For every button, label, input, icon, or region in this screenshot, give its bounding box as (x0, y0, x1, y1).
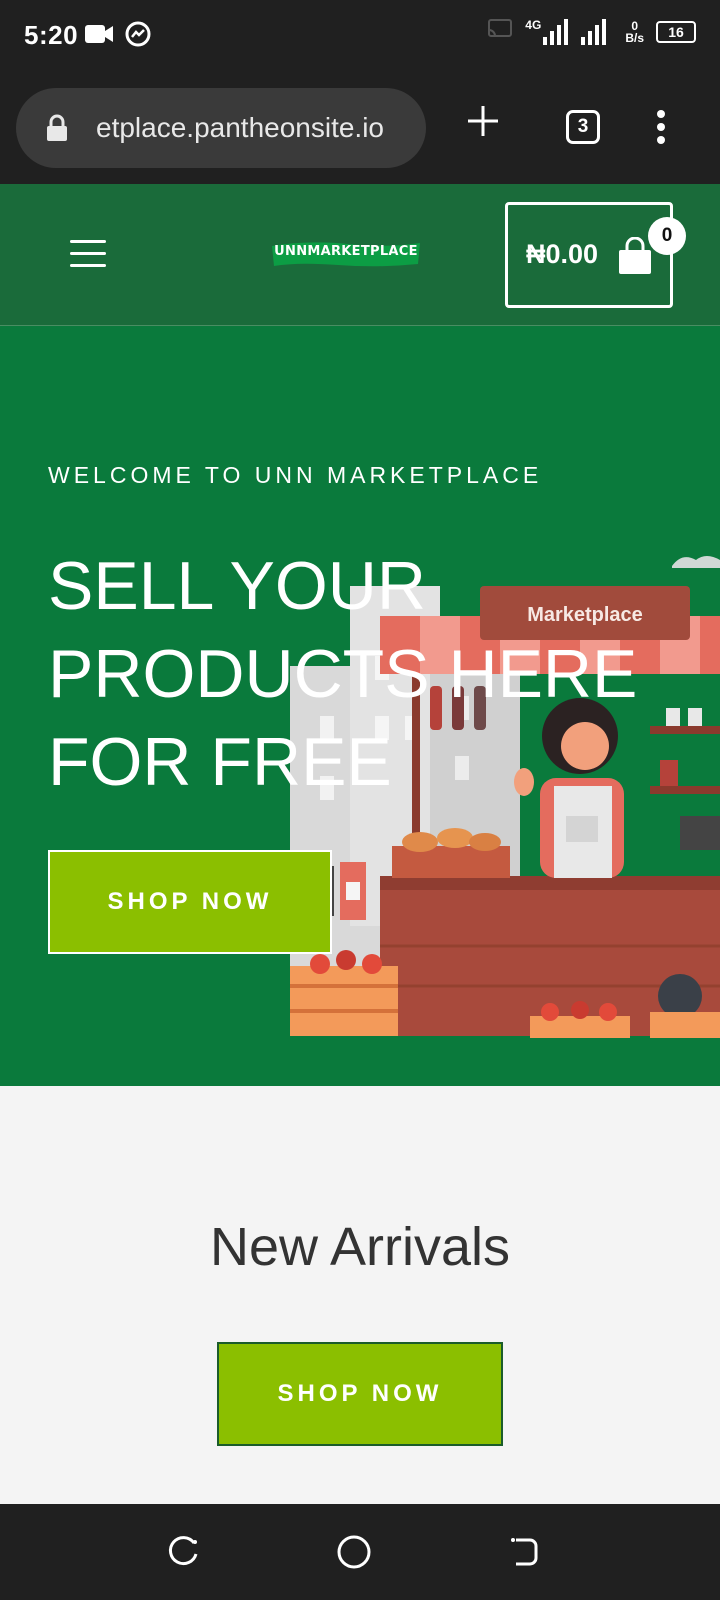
menu-icon[interactable] (70, 240, 106, 268)
address-bar[interactable]: etplace.pantheonsite.io (16, 88, 426, 168)
site-header: UNNMARKETPLACE ₦0.00 0 (0, 184, 720, 326)
cart-button[interactable]: ₦0.00 0 (505, 202, 686, 308)
new-arrivals-section: New Arrivals SHOP NOW (0, 1086, 720, 1504)
hero-banner: Marketplace WELCOME TO UNN MARKETPLACE S… (0, 326, 720, 1086)
messenger-icon (124, 20, 152, 53)
signal-icon: 4G (525, 17, 613, 45)
video-camera-icon (84, 22, 114, 51)
hero-title: SELL YOUR PRODUCTS HERE FOR FREE (48, 548, 638, 800)
system-nav-bar (0, 1504, 720, 1600)
plus-icon (468, 106, 498, 136)
battery-icon: 16 (656, 20, 696, 43)
data-rate-value: 0 (631, 18, 638, 33)
url-text: etplace.pantheonsite.io (96, 112, 384, 143)
recents-icon[interactable] (166, 1534, 202, 1570)
data-rate-unit: B/s (625, 30, 644, 45)
hero-shop-now-button[interactable]: SHOP NOW (48, 850, 332, 954)
data-rate: 0 B/s (625, 20, 644, 44)
status-notification-icons (84, 20, 152, 53)
site-logo[interactable]: UNNMARKETPLACE (268, 238, 424, 270)
logo-text: UNNMARKETPLACE (274, 244, 418, 259)
back-icon[interactable] (506, 1534, 542, 1570)
browser-menu-button[interactable] (656, 110, 666, 149)
section-title: New Arrivals (209, 1217, 511, 1277)
status-system-icons: 4G 0 B/s 16 (487, 18, 696, 45)
more-vert-icon (657, 110, 665, 144)
lock-icon (46, 114, 68, 147)
cart-total: ₦0.00 (526, 239, 599, 269)
cart-count-badge: 0 (648, 217, 686, 255)
network-type: 4G (525, 17, 542, 32)
tab-switcher-button[interactable]: 3 (566, 110, 600, 144)
hero-kicker: WELCOME TO UNN MARKETPLACE (48, 462, 543, 488)
shopping-bag-icon (618, 236, 652, 280)
status-bar: 5:20 4G 0 B/s 16 (0, 0, 720, 76)
home-icon[interactable] (336, 1534, 372, 1570)
arrivals-shop-now-button[interactable]: SHOP NOW (217, 1342, 503, 1446)
cast-icon (487, 18, 513, 45)
battery-level: 16 (668, 23, 684, 40)
status-time: 5:20 (24, 20, 79, 50)
browser-toolbar: etplace.pantheonsite.io 3 (0, 76, 720, 184)
new-tab-button[interactable] (466, 104, 500, 143)
